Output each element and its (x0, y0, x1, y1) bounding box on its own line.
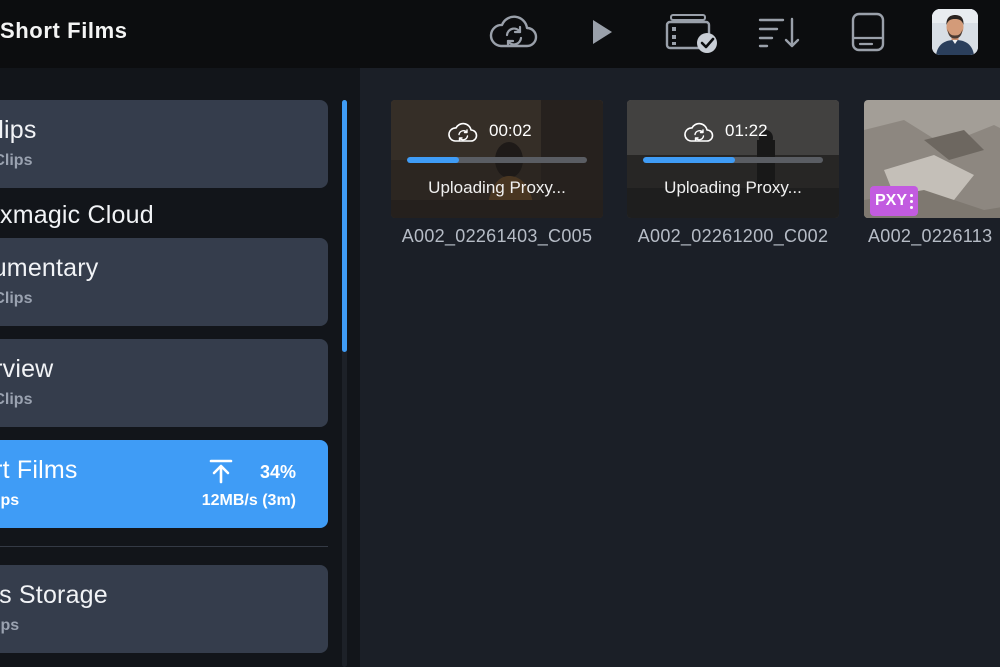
proxy-media-check-icon[interactable] (664, 8, 720, 56)
sidebar-item-count: 2 Clips (0, 152, 33, 169)
clip-duration: 01:22 (725, 121, 768, 140)
upload-progress-fill (407, 157, 460, 163)
sidebar-item-count: 8 Clips (0, 290, 33, 307)
clip-item[interactable]: 01:22 Uploading Proxy... A002_02261200_C… (627, 100, 839, 247)
top-bar: Short Films (0, 0, 1000, 68)
section-heading-cloud: xmagic Cloud (0, 201, 154, 229)
user-avatar[interactable] (932, 9, 978, 55)
sidebar-item-name: cumentary (0, 254, 99, 282)
clip-duration: 00:02 (489, 121, 532, 140)
sidebar: Clips 2 Clips xmagic Cloud cumentary 8 C… (0, 68, 360, 667)
scrollbar-thumb[interactable] (342, 100, 347, 352)
proxy-badge-label: PXY (875, 192, 908, 209)
clip-thumbnail: PXY (864, 100, 1000, 218)
sidebar-item-name: n's Storage (0, 581, 108, 609)
upload-progress-bar (643, 157, 823, 163)
clip-grid: 00:02 Uploading Proxy... A002_02261403_C… (360, 68, 1000, 667)
clip-name: A002_0226113 (868, 226, 993, 246)
page-title: Short Films (0, 18, 128, 43)
sidebar-item-count: 7 Clips (0, 391, 33, 408)
upload-arrow-icon (208, 458, 234, 489)
sort-icon[interactable] (756, 8, 802, 56)
clip-status: Uploading Proxy... (664, 178, 802, 197)
cloud-sync-icon (447, 120, 479, 149)
upload-progress-percent: 34% (259, 462, 296, 482)
clip-thumbnail: 01:22 Uploading Proxy... (627, 100, 839, 218)
play-icon[interactable] (586, 8, 618, 56)
clip-name: A002_02261403_C005 (401, 226, 593, 246)
upload-progress-bar (407, 157, 587, 163)
sidebar-item-name: Clips (0, 116, 37, 144)
cloud-sync-icon[interactable] (488, 8, 540, 56)
more-options-icon[interactable] (910, 193, 914, 209)
sidebar-item-name: ort Films (0, 456, 78, 484)
proxy-badge[interactable]: PXY (870, 186, 919, 216)
clip-status: Uploading Proxy... (428, 178, 566, 197)
cloud-sync-icon (683, 120, 715, 149)
storage-drive-icon[interactable] (848, 8, 888, 56)
sidebar-item-name: erview (0, 355, 54, 383)
sidebar-item-count: Clips (0, 617, 20, 634)
sidebar-divider (0, 546, 328, 547)
clip-item[interactable]: 00:02 Uploading Proxy... A002_02261403_C… (391, 100, 603, 247)
sidebar-item-short-films[interactable]: ort Films Clips 34% 12MB/s (3m) (0, 440, 328, 528)
sidebar-item-interview[interactable]: erview 7 Clips (0, 339, 328, 427)
sidebar-item-storage[interactable]: n's Storage Clips (0, 565, 328, 653)
sidebar-item-count: Clips (0, 492, 20, 509)
upload-progress-fill (643, 157, 735, 163)
clip-item[interactable]: PXY A002_0226113 (864, 100, 1000, 247)
sidebar-item-documentary[interactable]: cumentary 8 Clips (0, 238, 328, 326)
clip-thumbnail: 00:02 Uploading Proxy... (391, 100, 603, 218)
sidebar-item-clips[interactable]: Clips 2 Clips (0, 100, 328, 188)
clip-name: A002_02261200_C002 (637, 226, 829, 246)
upload-speed: 12MB/s (3m) (201, 492, 296, 509)
